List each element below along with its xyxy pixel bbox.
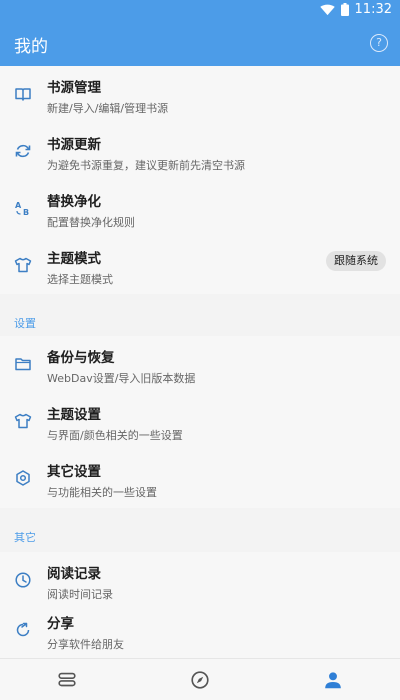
battery-icon bbox=[340, 3, 349, 16]
section-label-other: 其它 bbox=[14, 531, 36, 544]
bookshelf-icon bbox=[55, 669, 79, 691]
settings-card: 备份与恢复 WebDav设置/导入旧版本数据 主题设置 与界面/颜色相关的一些设… bbox=[0, 336, 400, 508]
menu-item-replace-purify[interactable]: AB 替换净化 配置替换净化规则 bbox=[0, 180, 400, 237]
folder-icon bbox=[14, 355, 32, 373]
help-circle-icon[interactable]: ? bbox=[370, 34, 388, 52]
menu-item-reading-record[interactable]: 阅读记录 阅读时间记录 bbox=[0, 552, 400, 609]
item-subtitle: 选择主题模式 bbox=[47, 273, 113, 286]
item-title: 分享 bbox=[47, 616, 74, 632]
svg-text:B: B bbox=[23, 208, 29, 217]
item-subtitle: 与功能相关的一些设置 bbox=[47, 486, 157, 499]
item-subtitle: 新建/导入/编辑/管理书源 bbox=[47, 102, 169, 115]
item-subtitle: 配置替换净化规则 bbox=[47, 216, 135, 229]
item-title: 备份与恢复 bbox=[47, 350, 115, 366]
menu-item-share[interactable]: 分享 分享软件给朋友 bbox=[0, 602, 400, 659]
wifi-icon bbox=[319, 4, 335, 16]
item-title: 阅读记录 bbox=[47, 566, 101, 582]
bottom-nav bbox=[0, 658, 400, 700]
share-icon bbox=[14, 621, 32, 639]
app-bar: 我的 ? bbox=[0, 22, 400, 66]
nav-discover[interactable] bbox=[188, 669, 212, 691]
status-bar: 11:32 bbox=[0, 0, 400, 22]
menu-item-book-source-update[interactable]: 书源更新 为避免书源重复，建议更新前先清空书源 bbox=[0, 123, 400, 180]
item-subtitle: WebDav设置/导入旧版本数据 bbox=[47, 372, 196, 385]
item-subtitle: 为避免书源重复，建议更新前先清空书源 bbox=[47, 159, 245, 172]
item-title: 其它设置 bbox=[47, 464, 101, 480]
menu-item-backup-restore[interactable]: 备份与恢复 WebDav设置/导入旧版本数据 bbox=[0, 336, 400, 393]
item-subtitle: 与界面/颜色相关的一些设置 bbox=[47, 429, 183, 442]
theme-mode-chip[interactable]: 跟随系统 bbox=[326, 251, 386, 271]
item-title: 主题模式 bbox=[47, 251, 101, 267]
item-title: 替换净化 bbox=[47, 194, 101, 210]
gear-icon bbox=[14, 469, 32, 487]
book-open-icon bbox=[14, 85, 32, 103]
item-title: 书源管理 bbox=[47, 80, 101, 96]
status-time: 11:32 bbox=[354, 2, 392, 17]
clock-icon bbox=[14, 571, 32, 589]
main-card: 书源管理 新建/导入/编辑/管理书源 书源更新 为避免书源重复，建议更新前先清空… bbox=[0, 66, 400, 294]
nav-bookshelf[interactable] bbox=[55, 669, 79, 691]
compass-icon bbox=[188, 669, 212, 691]
item-title: 主题设置 bbox=[47, 407, 101, 423]
sync-icon bbox=[14, 142, 32, 160]
menu-item-theme-settings[interactable]: 主题设置 与界面/颜色相关的一些设置 bbox=[0, 393, 400, 450]
item-title: 书源更新 bbox=[47, 137, 101, 153]
item-subtitle: 阅读时间记录 bbox=[47, 588, 113, 601]
page-title: 我的 bbox=[14, 37, 48, 57]
tshirt-icon bbox=[14, 256, 32, 274]
replace-ab-icon: AB bbox=[14, 199, 32, 217]
menu-item-book-source-manage[interactable]: 书源管理 新建/导入/编辑/管理书源 bbox=[0, 66, 400, 123]
nav-my[interactable] bbox=[321, 669, 345, 691]
section-label-settings: 设置 bbox=[14, 317, 36, 330]
menu-item-theme-mode[interactable]: 主题模式 选择主题模式 跟随系统 bbox=[0, 237, 400, 294]
tshirt-icon bbox=[14, 412, 32, 430]
menu-item-other-settings[interactable]: 其它设置 与功能相关的一些设置 bbox=[0, 450, 400, 507]
other-card: 阅读记录 阅读时间记录 分享 分享软件给朋友 bbox=[0, 552, 400, 658]
item-subtitle: 分享软件给朋友 bbox=[47, 638, 124, 651]
svg-text:A: A bbox=[15, 201, 22, 210]
person-icon bbox=[321, 669, 345, 691]
